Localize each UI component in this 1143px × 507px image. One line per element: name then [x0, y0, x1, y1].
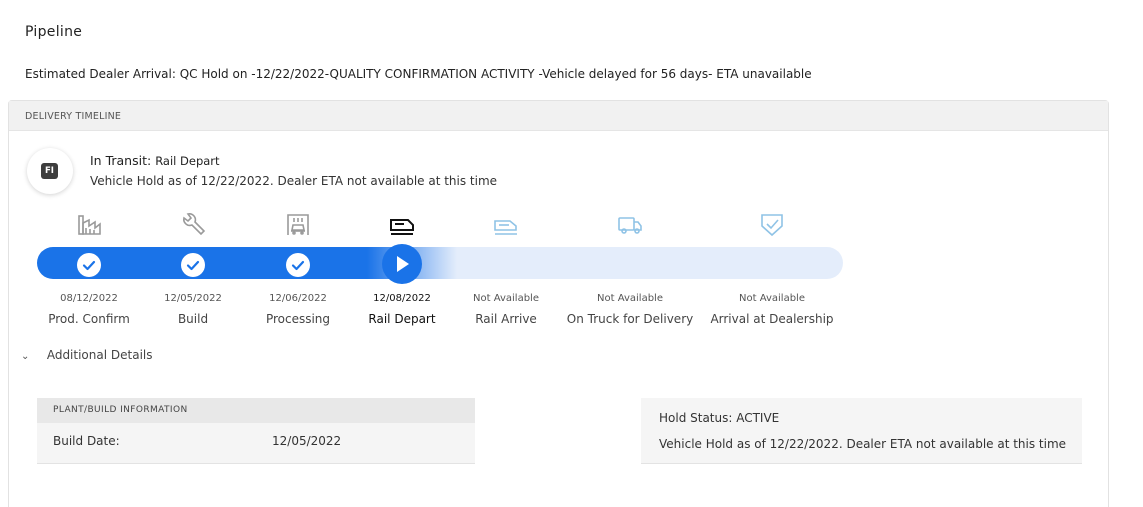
stage-date: Not Available — [739, 293, 805, 304]
delivery-timeline-card: DELIVERY TIMELINE FI In Transit: Rail De… — [8, 100, 1109, 507]
additional-details-label: Additional Details — [46, 348, 153, 362]
transit-status-label: In Transit: — [90, 153, 152, 168]
plant-build-info-panel: PLANT/BUILD INFORMATION Build Date: 12/0… — [37, 398, 475, 464]
stage-complete-check — [77, 253, 101, 277]
fi-badge-icon: FI — [41, 163, 58, 179]
stage-date: Not Available — [473, 293, 539, 304]
car-wash-icon — [287, 214, 309, 235]
hold-status-text: Hold Status: ACTIVE — [659, 411, 780, 425]
truck-icon — [618, 217, 642, 234]
play-icon — [397, 256, 409, 272]
stage-name-rail-arrive: Rail Arrive — [475, 312, 537, 326]
stage-name-arrival-dealership: Arrival at Dealership — [710, 312, 834, 326]
transit-status: In Transit: Rail Depart — [90, 153, 220, 168]
checkmark-icon — [186, 260, 200, 271]
hold-status-panel: Hold Status: ACTIVE Vehicle Hold as of 1… — [641, 398, 1082, 464]
factory-icon — [78, 215, 101, 235]
page-title: Pipeline — [25, 24, 83, 40]
checkmark-icon — [291, 260, 305, 271]
estimated-arrival-text: Estimated Dealer Arrival: QC Hold on -12… — [25, 67, 812, 81]
delivery-progress-bar — [37, 247, 843, 279]
stage-date: Not Available — [597, 293, 663, 304]
stage-complete-check — [286, 253, 310, 277]
hold-message: Vehicle Hold as of 12/22/2022. Dealer ET… — [90, 174, 498, 188]
checkmark-icon — [82, 260, 96, 271]
plant-build-header: PLANT/BUILD INFORMATION — [37, 398, 475, 423]
hold-status-message: Vehicle Hold as of 12/22/2022. Dealer ET… — [659, 437, 1067, 451]
shield-check-icon — [761, 214, 783, 237]
build-date-label: Build Date: — [53, 434, 120, 448]
delivery-timeline-header: DELIVERY TIMELINE — [9, 101, 1108, 131]
current-stage-marker — [382, 244, 422, 284]
additional-details-toggle[interactable]: ⌄ Additional Details — [21, 348, 152, 362]
wrench-icon — [183, 213, 206, 236]
stage-name-on-truck: On Truck for Delivery — [566, 312, 694, 326]
train-icon — [390, 219, 414, 235]
build-date-value: 12/05/2022 — [272, 434, 342, 448]
transit-status-value: Rail Depart — [155, 154, 220, 168]
chevron-down-icon: ⌄ — [21, 351, 30, 362]
build-date-row: Build Date: 12/05/2022 — [37, 423, 475, 463]
status-avatar: FI — [27, 148, 73, 194]
stage-complete-check — [181, 253, 205, 277]
train-arrive-icon — [494, 220, 517, 235]
